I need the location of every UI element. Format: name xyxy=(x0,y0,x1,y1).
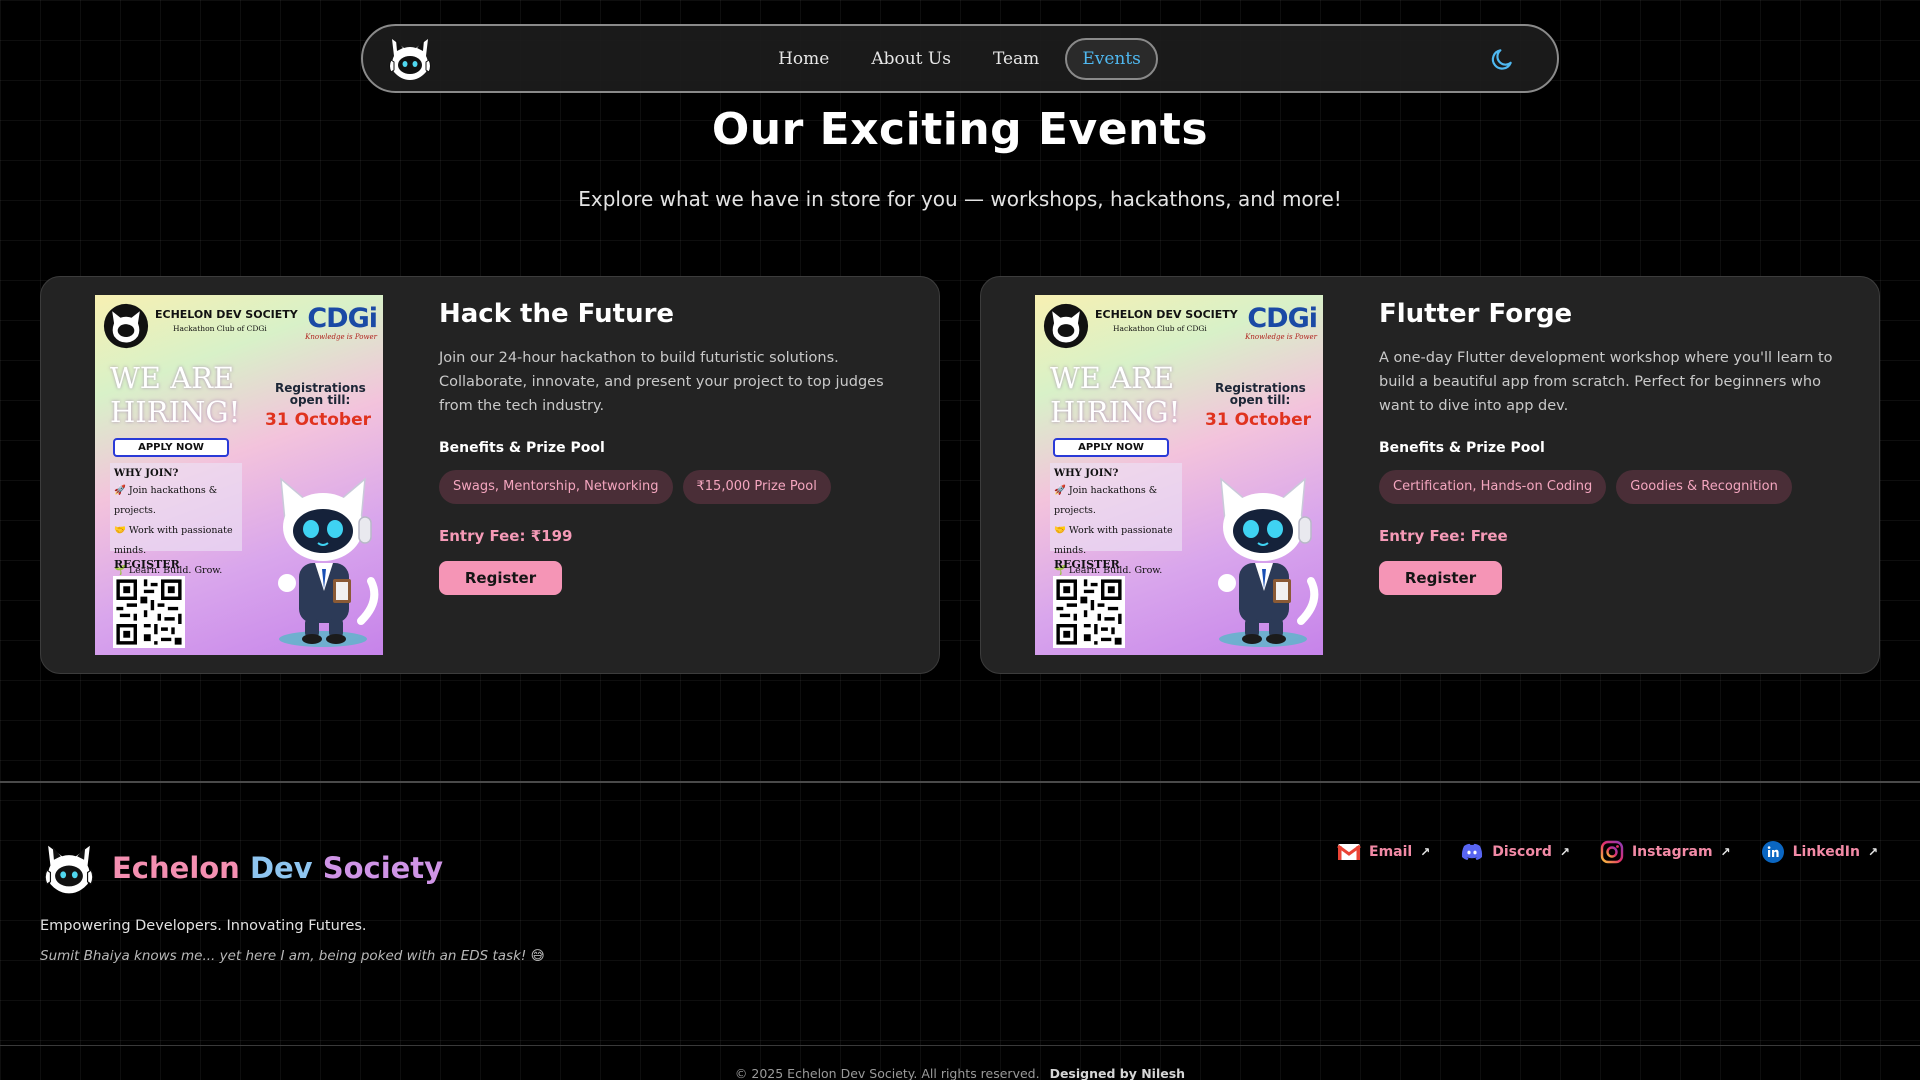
footer-brand: Echelon Dev Society xyxy=(112,851,443,885)
cat-logo-icon xyxy=(1043,303,1089,349)
poster-why-item: 🤝 Work with passionate minds. xyxy=(114,525,233,556)
benefit-tag: Swags, Mentorship, Networking xyxy=(439,470,673,504)
footer-brand-word: Society xyxy=(322,851,444,885)
poster-why-item: 🚀 Join hackathons & projects. xyxy=(1054,485,1158,516)
nav-link-home[interactable]: Home xyxy=(762,39,845,79)
event-poster: ECHELON DEV SOCIETY Hackathon Club of CD… xyxy=(1035,295,1323,655)
poster-why-item: 🚀 Join hackathons & projects. xyxy=(114,485,218,516)
event-poster: ECHELON DEV SOCIETY Hackathon Club of CD… xyxy=(95,295,383,655)
event-description: A one-day Flutter development workshop w… xyxy=(1379,350,1833,414)
moon-icon[interactable] xyxy=(1489,46,1515,72)
poster-headline: WE ARE HIRING! xyxy=(1050,361,1180,429)
external-link-icon: ↗ xyxy=(1420,845,1431,859)
footer-divider xyxy=(0,781,1920,783)
poster-apply-badge: APPLY NOW xyxy=(113,438,229,457)
robot-cat-mascot-icon xyxy=(1218,477,1319,647)
footer-brand-word: Echelon xyxy=(112,851,240,885)
poster-why-join: WHY JOIN? 🚀 Join hackathons & projects. … xyxy=(110,463,242,576)
poster-cdgi-logo: CDGi xyxy=(307,303,378,334)
poster-registrations: Registrations open till: xyxy=(1215,381,1306,407)
poster-brand: ECHELON DEV SOCIETY xyxy=(155,308,298,321)
poster-why-item: 🤝 Work with passionate minds. xyxy=(1054,525,1173,556)
discord-link[interactable]: Discord ↗ xyxy=(1460,840,1570,864)
poster-date: 31 October xyxy=(265,410,371,430)
linkedin-link[interactable]: LinkedIn ↗ xyxy=(1761,840,1878,864)
entry-fee: Entry Fee: ₹199 xyxy=(439,527,573,545)
discord-label: Discord xyxy=(1492,844,1552,860)
external-link-icon: ↗ xyxy=(1720,845,1731,859)
poster-register-label: REGISTER xyxy=(1054,558,1120,571)
page-title: Our Exciting Events xyxy=(711,104,1209,155)
event-card: ECHELON DEV SOCIETY Hackathon Club of CD… xyxy=(40,276,940,674)
footer-copyright: © 2025 Echelon Dev Society. All rights r… xyxy=(0,1066,1920,1080)
cat-logo-icon xyxy=(44,845,94,894)
nav-link-about-us[interactable]: About Us xyxy=(855,39,967,79)
cat-logo-icon xyxy=(103,303,149,349)
external-link-icon: ↗ xyxy=(1559,845,1570,859)
poster-headline: WE ARE HIRING! xyxy=(110,361,240,429)
linkedin-label: LinkedIn xyxy=(1792,844,1860,860)
poster-why-join: WHY JOIN? 🚀 Join hackathons & projects. … xyxy=(1050,463,1182,576)
social-links: Email ↗ Discord ↗ Instagram ↗ LinkedIn ↗ xyxy=(1337,840,1878,864)
qr-code-icon xyxy=(1053,576,1125,648)
poster-why-title: WHY JOIN? xyxy=(1054,468,1119,479)
register-button[interactable]: Register xyxy=(439,561,562,595)
poster-subtitle: Hackathon Club of CDGi xyxy=(173,324,267,333)
gmail-icon xyxy=(1337,844,1361,860)
copyright-text: © 2025 Echelon Dev Society. All rights r… xyxy=(734,1066,1040,1080)
poster-date: 31 October xyxy=(1205,410,1311,430)
instagram-icon xyxy=(1600,840,1624,864)
poster-brand: ECHELON DEV SOCIETY xyxy=(1095,308,1238,321)
footer-brand-word: Dev xyxy=(249,851,313,885)
poster-cdgi-tagline: Knowledge is Power xyxy=(1245,333,1317,341)
linkedin-icon xyxy=(1761,841,1784,863)
poster-subtitle: Hackathon Club of CDGi xyxy=(1113,324,1207,333)
email-link[interactable]: Email ↗ xyxy=(1337,840,1430,864)
page-subtitle: Explore what we have in store for you — … xyxy=(578,187,1342,211)
poster-register-label: REGISTER xyxy=(114,558,180,571)
instagram-link[interactable]: Instagram ↗ xyxy=(1600,840,1731,864)
discord-icon xyxy=(1462,843,1483,860)
poster-cdgi-tagline: Knowledge is Power xyxy=(305,333,377,341)
benefit-tag: Certification, Hands-on Coding xyxy=(1379,470,1607,504)
benefit-tag: ₹15,000 Prize Pool xyxy=(682,470,831,504)
benefits-heading: Benefits & Prize Pool xyxy=(439,440,605,456)
poster-why-title: WHY JOIN? xyxy=(114,468,179,479)
benefit-tags: Certification, Hands-on Coding Goodies &… xyxy=(1379,470,1792,504)
designer-credit: Designed by Nilesh xyxy=(1049,1066,1186,1080)
nav-links: Home About Us Team Events xyxy=(363,26,1557,91)
poster-apply-badge: APPLY NOW xyxy=(1053,438,1169,457)
poster-headline-line-1: WE ARE xyxy=(110,361,235,395)
register-button[interactable]: Register xyxy=(1379,561,1502,595)
benefit-tags: Swags, Mentorship, Networking ₹15,000 Pr… xyxy=(439,470,831,504)
navbar: Home About Us Team Events xyxy=(361,24,1559,93)
instagram-label: Instagram xyxy=(1631,844,1713,860)
event-title: Flutter Forge xyxy=(1379,299,1573,329)
qr-code-icon xyxy=(113,576,185,648)
nav-link-events[interactable]: Events xyxy=(1065,37,1158,80)
nav-link-team[interactable]: Team xyxy=(977,39,1055,79)
footer-quote: Sumit Bhaiya knows me... yet here I am, … xyxy=(40,948,545,964)
event-card: ECHELON DEV SOCIETY Hackathon Club of CD… xyxy=(980,276,1880,674)
poster-cdgi-logo: CDGi xyxy=(1247,303,1318,334)
poster-headline-line-2: HIRING! xyxy=(110,395,241,429)
event-title: Hack the Future xyxy=(439,299,675,329)
poster-registrations: Registrations open till: xyxy=(275,381,366,407)
benefits-heading: Benefits & Prize Pool xyxy=(1379,440,1545,456)
footer-bottom-divider xyxy=(0,1045,1920,1046)
entry-fee: Entry Fee: Free xyxy=(1379,527,1508,545)
event-description: Join our 24-hour hackathon to build futu… xyxy=(439,350,884,414)
poster-headline-line-1: WE ARE xyxy=(1050,361,1175,395)
poster-headline-line-2: HIRING! xyxy=(1050,395,1181,429)
benefit-tag: Goodies & Recognition xyxy=(1616,470,1792,504)
footer-tagline: Empowering Developers. Innovating Future… xyxy=(40,918,367,934)
email-label: Email xyxy=(1369,844,1413,860)
external-link-icon: ↗ xyxy=(1867,845,1878,859)
robot-cat-mascot-icon xyxy=(278,477,379,647)
